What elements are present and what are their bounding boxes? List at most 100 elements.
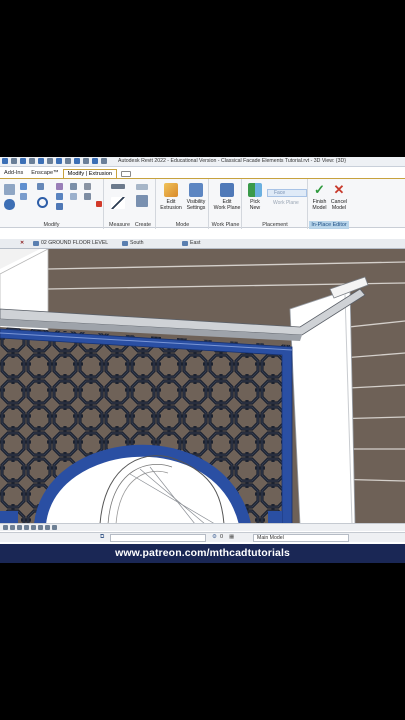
finish-model-label: Finish Model	[312, 199, 327, 211]
modify-panel: Modify	[0, 179, 104, 229]
worksharing-icon[interactable]: ⧉	[100, 534, 104, 541]
open-icon[interactable]	[2, 158, 8, 164]
patreon-banner[interactable]: www.patreon.com/mthcadtutorials	[0, 544, 405, 563]
visibility-settings-button[interactable]: Visibility Settings	[183, 183, 209, 211]
tab-modify-extrusion[interactable]: Modify | Extrusion	[62, 169, 118, 178]
scale-icon[interactable]	[3, 525, 8, 530]
join-icon[interactable]	[20, 193, 27, 200]
placement-panel-label: Placement	[262, 222, 288, 228]
tab-add-ins[interactable]: Add-Ins	[0, 169, 27, 178]
redo-icon[interactable]	[38, 158, 44, 164]
edit-work-plane-button[interactable]: Edit Work Plane	[213, 183, 241, 211]
print-icon[interactable]	[47, 158, 53, 164]
visibility-settings-label: Visibility Settings	[186, 199, 206, 211]
3d-view-icon[interactable]	[74, 158, 80, 164]
view-controls[interactable]	[3, 525, 57, 530]
revit-window: Autodesk Revit 2022 - Educational Versio…	[0, 157, 405, 562]
check-icon: ✓	[314, 182, 325, 197]
create-icon[interactable]	[136, 184, 148, 190]
status-bar: ⧉ ⚙ 0 ▦ Main Model	[0, 532, 405, 542]
modify-panel-label: Modify	[43, 222, 60, 228]
tab-enscape[interactable]: Enscape™	[27, 169, 62, 178]
view-tab-label: East	[190, 240, 201, 246]
finish-model-button[interactable]: ✓ Finish Model	[310, 182, 329, 212]
pin-icon[interactable]	[84, 183, 91, 190]
scale-icon[interactable]	[84, 193, 91, 200]
view-tab-south[interactable]: South	[122, 240, 144, 246]
trim-icon[interactable]	[56, 203, 63, 210]
view-tab-bar: ✕ 02 GROUND FLOOR LEVEL South East	[0, 239, 405, 249]
close-icon: ✕	[333, 182, 345, 197]
save-icon[interactable]	[11, 158, 17, 164]
create-label: Create	[134, 222, 151, 228]
undo-icon[interactable]	[29, 158, 35, 164]
status-field[interactable]	[110, 534, 206, 542]
elevation-icon	[182, 240, 188, 246]
delete-icon[interactable]	[96, 201, 102, 207]
crop-icon[interactable]	[38, 525, 43, 530]
close-hidden-icon[interactable]	[101, 158, 107, 164]
workplane-panel: Edit Work Plane Work Plane	[210, 179, 242, 229]
edit-extrusion-label: Edit Extrusion	[160, 199, 182, 211]
floor-plan-icon	[33, 240, 39, 246]
work-plane-option[interactable]: Work Plane	[267, 200, 307, 208]
3d-viewport[interactable]	[0, 249, 405, 524]
detail-level-icon[interactable]	[10, 525, 15, 530]
3d-model-view[interactable]	[0, 249, 405, 524]
ribbon-tab-bar: Add-Ins Enscape™ Modify | Extrusion	[0, 168, 132, 178]
inplace-editor-label: In-Place Editor	[309, 221, 349, 229]
face-option[interactable]: Face	[267, 189, 307, 197]
visibility-settings-icon	[189, 183, 203, 197]
visual-style-icon[interactable]	[17, 525, 22, 530]
ribbon: Modify Measure Create Edit Extrusion Vis…	[0, 178, 405, 229]
inplace-editor-panel: ✓ Finish Model ✕ Cancel Model In-Place E…	[309, 179, 349, 229]
move-icon[interactable]	[4, 199, 15, 210]
measure-icon[interactable]	[111, 184, 125, 189]
elevation-icon	[122, 240, 128, 246]
design-options-icon[interactable]: ⚙	[212, 534, 217, 540]
sync-icon[interactable]	[20, 158, 26, 164]
measure-create-panel: Measure Create	[106, 179, 156, 229]
edit-extrusion-icon	[164, 183, 178, 197]
close-view-icon[interactable]: ✕	[20, 240, 24, 246]
offset-icon[interactable]	[56, 193, 63, 200]
quick-access-toolbar[interactable]	[2, 158, 107, 166]
create-group-icon[interactable]	[136, 195, 148, 207]
sun-path-icon[interactable]	[24, 525, 29, 530]
section-icon[interactable]	[83, 158, 89, 164]
view-tab-label: 02 GROUND FLOOR LEVEL	[41, 240, 109, 246]
paste-icon[interactable]	[4, 184, 15, 195]
cancel-model-label: Cancel Model	[330, 199, 348, 211]
edit-work-plane-label: Edit Work Plane	[213, 199, 241, 211]
align-icon[interactable]	[37, 183, 44, 190]
zero-indicator: 0	[220, 534, 224, 540]
mode-panel-label: Mode	[175, 222, 190, 228]
cancel-model-button[interactable]: ✕ Cancel Model	[329, 182, 349, 212]
view-tab-ground-floor[interactable]: 02 GROUND FLOOR LEVEL	[33, 240, 108, 246]
hide-icon[interactable]	[52, 525, 57, 530]
lock-icon[interactable]	[45, 525, 50, 530]
shadows-icon[interactable]	[31, 525, 36, 530]
array-icon[interactable]	[70, 193, 77, 200]
view-tab-label: South	[130, 240, 144, 246]
rotate-icon[interactable]	[37, 197, 48, 208]
filter-icon[interactable]: ▦	[229, 534, 234, 540]
thin-lines-icon[interactable]	[92, 158, 98, 164]
dimension-icon[interactable]	[111, 197, 125, 209]
work-plane-icon	[220, 183, 234, 197]
split-icon[interactable]	[70, 183, 77, 190]
text-icon[interactable]	[65, 158, 71, 164]
workplane-panel-label: Work Plane	[211, 222, 240, 228]
placement-panel: Pick New Face Work Plane Placement	[243, 179, 308, 229]
mirror-icon[interactable]	[56, 183, 63, 190]
edit-extrusion-button[interactable]: Edit Extrusion	[159, 183, 183, 211]
view-control-bar	[0, 523, 405, 531]
pick-new-button[interactable]: Pick New	[245, 183, 265, 211]
measure-icon[interactable]	[56, 158, 62, 164]
model-select[interactable]: Main Model	[253, 534, 349, 542]
ribbon-minimize-icon[interactable]	[121, 171, 132, 177]
mode-panel: Edit Extrusion Visibility Settings Mode	[157, 179, 209, 229]
view-tab-east[interactable]: East	[182, 240, 200, 246]
cut-icon[interactable]	[20, 183, 27, 190]
title-bar: Autodesk Revit 2022 - Educational Versio…	[0, 157, 405, 167]
